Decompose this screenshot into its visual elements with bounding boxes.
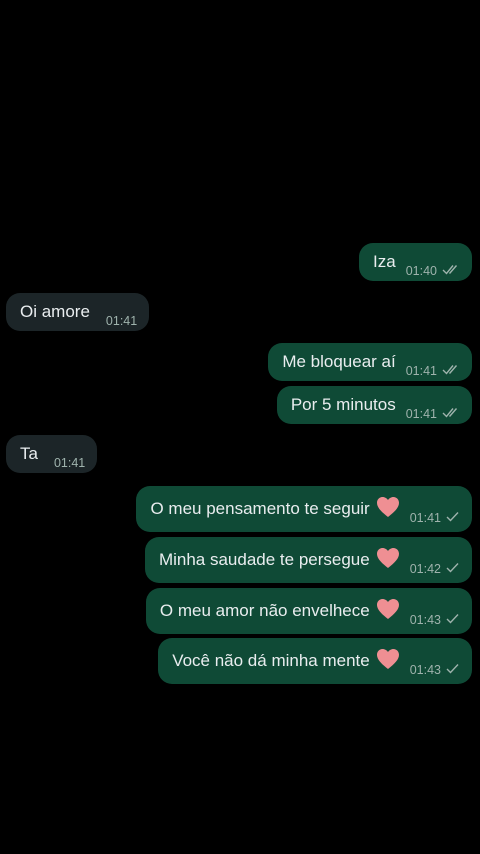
- message-bubble-incoming[interactable]: Ta 01:41: [6, 435, 98, 473]
- sent-check-icon: [446, 560, 460, 578]
- message-text: Por 5 minutos: [290, 395, 396, 414]
- message-bubble-outgoing[interactable]: O meu pensamento te seguir 01:41: [136, 486, 472, 532]
- read-double-check-icon: [442, 405, 460, 423]
- message-bubble-outgoing[interactable]: Por 5 minutos 01:41: [276, 386, 472, 424]
- message-text: Você não dá minha mente: [172, 651, 370, 670]
- message-time: 01:43: [409, 613, 441, 627]
- heart-emoji-icon: [376, 648, 400, 675]
- message-bubble-outgoing[interactable]: Você não dá minha mente 01:43: [158, 638, 472, 684]
- message-time: 01:43: [409, 663, 441, 677]
- message-bubble-outgoing[interactable]: Iza 01:40: [359, 243, 472, 281]
- message-time: 01:40: [405, 264, 437, 278]
- message-time: 01:41: [405, 407, 437, 421]
- message-text: Minha saudade te persegue: [158, 550, 370, 569]
- message-bubble-incoming[interactable]: Oi amore 01:41: [6, 293, 150, 331]
- heart-emoji-icon: [376, 496, 400, 523]
- sent-check-icon: [446, 611, 460, 629]
- message-meta: 01:40: [406, 262, 460, 280]
- message-text: O meu pensamento te seguir: [150, 499, 370, 518]
- message-meta: 01:41: [406, 362, 460, 380]
- message-time: 01:41: [105, 314, 138, 328]
- read-double-check-icon: [442, 362, 460, 380]
- message-text: Iza: [373, 252, 396, 271]
- message-meta: 01:41: [410, 509, 460, 527]
- message-bubble-outgoing[interactable]: O meu amor não envelhece 01:43: [145, 588, 472, 634]
- message-meta: 01:41: [406, 405, 460, 423]
- read-double-check-icon: [442, 262, 460, 280]
- message-time: 01:41: [409, 511, 441, 525]
- message-time: 01:41: [405, 364, 437, 378]
- message-text: Me bloquear aí: [282, 352, 396, 371]
- message-meta: 01:43: [410, 661, 460, 679]
- sent-check-icon: [446, 661, 460, 679]
- message-text: O meu amor não envelhece: [159, 601, 370, 620]
- heart-emoji-icon: [376, 598, 400, 625]
- sent-check-icon: [446, 509, 460, 527]
- message-meta: 01:41: [106, 314, 137, 328]
- message-bubble-outgoing[interactable]: Me bloquear aí 01:41: [268, 343, 472, 381]
- heart-emoji-icon: [376, 547, 400, 574]
- message-text: Ta: [20, 444, 38, 463]
- message-time: 01:41: [53, 456, 86, 470]
- message-bubble-outgoing[interactable]: Minha saudade te persegue 01:42: [144, 537, 472, 583]
- message-meta: 01:41: [54, 456, 85, 470]
- chat-conversation: Iza 01:40 Oi amore 01:41 Me bloquear aí …: [0, 0, 480, 854]
- message-meta: 01:42: [410, 560, 460, 578]
- message-text: Oi amore: [20, 302, 90, 321]
- message-time: 01:42: [409, 562, 441, 576]
- message-meta: 01:43: [410, 611, 460, 629]
